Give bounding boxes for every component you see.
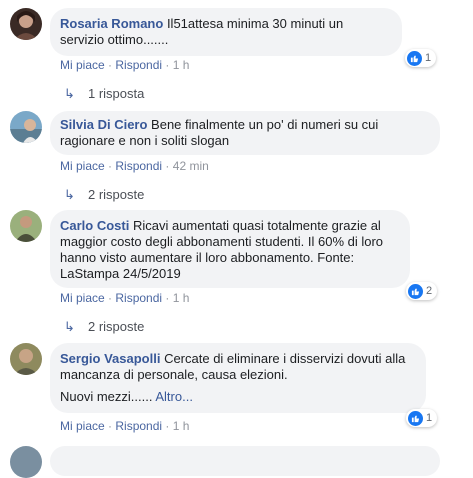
timestamp[interactable]: 1 h: [173, 291, 190, 305]
timestamp[interactable]: 42 min: [173, 159, 209, 173]
reaction-summary[interactable]: 1: [406, 409, 438, 427]
reply-arrow-icon: ↳: [64, 187, 75, 202]
reaction-count: 1: [425, 52, 432, 64]
comment-author[interactable]: Silvia Di Ciero: [60, 117, 147, 132]
reaction-summary[interactable]: 2: [406, 282, 438, 300]
avatar[interactable]: [10, 111, 42, 143]
comment-actions: Mi piace · Rispondi · 42 min: [60, 159, 209, 173]
comment-bubble: Carlo Costi Ricavi aumentati quasi total…: [50, 210, 410, 288]
comment-bubble: Silvia Di Ciero Bene finalmente un po' d…: [50, 111, 440, 155]
avatar[interactable]: [10, 446, 42, 478]
comment-actions: Mi piace · Rispondi · 1 h: [60, 58, 190, 72]
see-more-link[interactable]: Altro...: [155, 389, 193, 404]
reply-link[interactable]: Rispondi: [115, 419, 162, 433]
comment-author[interactable]: Carlo Costi: [60, 218, 129, 233]
replies-label[interactable]: 2 risposte: [88, 319, 144, 335]
reaction-count: 2: [426, 285, 433, 297]
replies-label[interactable]: 2 risposte: [88, 187, 144, 203]
avatar[interactable]: [10, 8, 42, 40]
like-link[interactable]: Mi piace: [60, 58, 105, 72]
timestamp[interactable]: 1 h: [173, 58, 190, 72]
thumbs-up-icon: [408, 283, 423, 299]
reply-link[interactable]: Rispondi: [115, 159, 162, 173]
like-link[interactable]: Mi piace: [60, 419, 105, 433]
comment-author[interactable]: Sergio Vasapolli: [60, 351, 160, 366]
avatar[interactable]: [10, 343, 42, 375]
comment-actions: Mi piace · Rispondi · 1 h: [60, 419, 190, 433]
comment-text-continued: Nuovi mezzi......: [60, 389, 153, 404]
replies-label[interactable]: 1 risposta: [88, 86, 144, 102]
comment-bubble: Sergio Vasapolli Cercate di eliminare i …: [50, 343, 426, 413]
thumbs-up-icon: [408, 410, 423, 426]
reaction-count: 1: [426, 412, 433, 424]
reply-link[interactable]: Rispondi: [115, 291, 162, 305]
like-link[interactable]: Mi piace: [60, 159, 105, 173]
view-replies[interactable]: ↳ 1 risposta: [64, 86, 144, 102]
reply-link[interactable]: Rispondi: [115, 58, 162, 72]
view-replies[interactable]: ↳ 2 risposte: [64, 187, 144, 203]
reply-arrow-icon: ↳: [64, 319, 75, 334]
timestamp[interactable]: 1 h: [173, 419, 190, 433]
like-link[interactable]: Mi piace: [60, 291, 105, 305]
thumbs-up-icon: [407, 50, 422, 66]
comment-bubble: Rosaria Romano Il51attesa minima 30 minu…: [50, 8, 402, 56]
comment-bubble: [50, 446, 440, 476]
view-replies[interactable]: ↳ 2 risposte: [64, 319, 144, 335]
comment-author[interactable]: Rosaria Romano: [60, 16, 163, 31]
reply-arrow-icon: ↳: [64, 86, 75, 101]
reaction-summary[interactable]: 1: [405, 49, 437, 67]
avatar[interactable]: [10, 210, 42, 242]
comment-actions: Mi piace · Rispondi · 1 h: [60, 291, 190, 305]
